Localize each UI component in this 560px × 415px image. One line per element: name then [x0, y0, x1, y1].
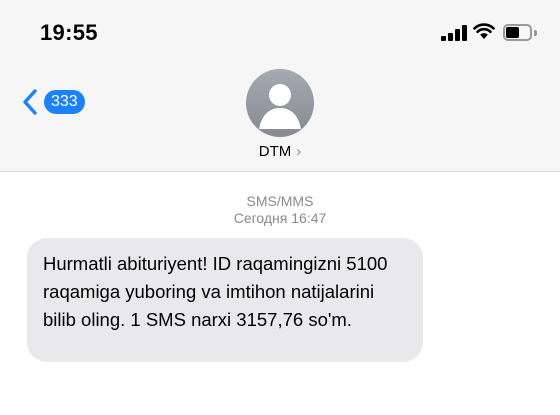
- message-timestamp: Сегодня 16:47: [233, 210, 327, 226]
- contact-name-button[interactable]: DTM ›: [0, 143, 560, 160]
- status-time: 19:55: [40, 20, 98, 45]
- wifi-icon: [473, 23, 495, 39]
- back-chevron-icon: [23, 89, 37, 115]
- conversation-header: 19:55 333 DTM ›: [0, 0, 560, 172]
- contact-name: DTM: [258, 143, 292, 160]
- contact-avatar-icon[interactable]: [246, 69, 314, 137]
- incoming-message-bubble[interactable]: Hurmatli abituriyent! ID raqamingizni 51…: [27, 238, 423, 362]
- unread-count-badge: 333: [44, 90, 85, 114]
- back-button[interactable]: 333: [22, 89, 85, 115]
- status-bar: 19:55: [0, 0, 560, 66]
- signal-icon: [441, 25, 467, 41]
- chevron-right-icon: ›: [296, 143, 302, 160]
- battery-icon: [503, 24, 537, 42]
- message-service-label: SMS/MMS: [246, 193, 314, 209]
